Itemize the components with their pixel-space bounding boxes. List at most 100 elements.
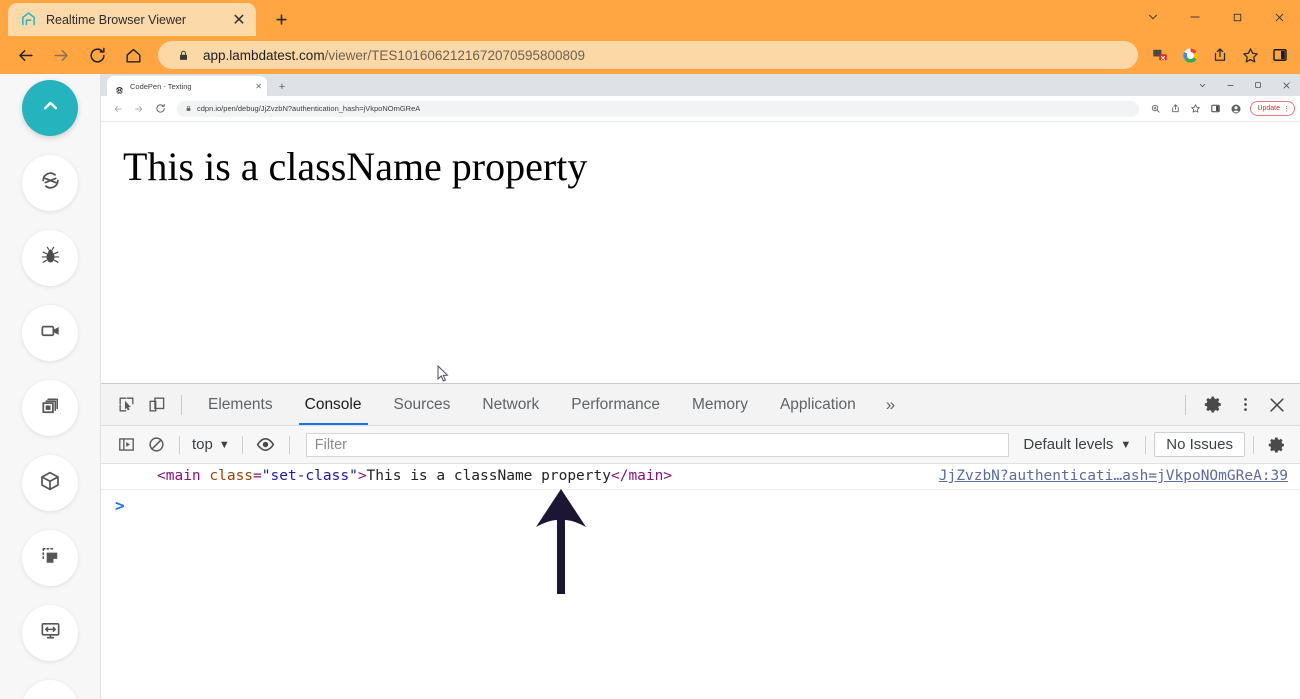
- tab-search-icon[interactable]: [1132, 0, 1174, 34]
- lambdatest-viewer-page: CodePen - Texting ✕ +: [0, 74, 1300, 699]
- maximize-icon[interactable]: [1216, 0, 1258, 34]
- more-options-icon[interactable]: [1230, 390, 1260, 420]
- console-log-entry[interactable]: <main class="set-class">This is a classN…: [101, 464, 1300, 490]
- tab-memory[interactable]: Memory: [676, 384, 764, 425]
- rendered-page-viewport: This is a className property: [101, 122, 1300, 383]
- filter-divider: [179, 436, 180, 454]
- sidebar-item-rotate-device[interactable]: [22, 155, 78, 211]
- console-output-area[interactable]: <main class="set-class">This is a classN…: [101, 464, 1300, 699]
- chevron-down-icon: ▼: [1120, 439, 1131, 451]
- back-button[interactable]: [8, 38, 42, 72]
- levels-divider: [1145, 436, 1146, 454]
- side-panel-icon[interactable]: [1266, 41, 1294, 69]
- minimize-icon[interactable]: [1216, 74, 1244, 96]
- console-source-link[interactable]: JjZvzbN?authenticati…ash=jVkpoNOmGReA:39: [925, 468, 1288, 484]
- console-prompt-row[interactable]: >: [101, 490, 1300, 521]
- inner-browser-tab-codepen[interactable]: CodePen - Texting ✕: [107, 76, 267, 96]
- monitor-resize-icon: [39, 619, 62, 647]
- inner-back-button[interactable]: [109, 100, 127, 118]
- log-levels-selector[interactable]: Default levels ▼: [1017, 436, 1137, 453]
- maximize-icon[interactable]: [1244, 74, 1272, 96]
- inner-address-bar: cdpn.io/pen/debug/JjZvzbN?authentication…: [101, 96, 1300, 122]
- tab-application[interactable]: Application: [764, 384, 872, 425]
- devtools-actions: [1175, 390, 1292, 420]
- forward-button[interactable]: [44, 38, 78, 72]
- bug-icon: [39, 244, 62, 272]
- execution-context-selector[interactable]: top ▼: [188, 436, 234, 453]
- live-expression-icon[interactable]: [251, 430, 281, 460]
- google-account-icon[interactable]: [1176, 41, 1204, 69]
- video-camera-icon: [39, 319, 62, 347]
- more-options-icon[interactable]: ⋮: [1283, 105, 1290, 113]
- issues-button[interactable]: No Issues: [1154, 432, 1245, 457]
- clear-console-icon[interactable]: [141, 430, 171, 460]
- share-icon[interactable]: [1167, 100, 1184, 117]
- lambdatest-logo-icon: [20, 11, 37, 28]
- inspect-element-icon[interactable]: [111, 390, 141, 420]
- tab-network[interactable]: Network: [466, 384, 555, 425]
- browser-tab-realtime-viewer[interactable]: Realtime Browser Viewer ✕: [8, 3, 256, 36]
- close-window-icon[interactable]: [1258, 0, 1300, 34]
- console-sidebar-icon[interactable]: [111, 430, 141, 460]
- inner-omnibox[interactable]: cdpn.io/pen/debug/JjZvzbN?authentication…: [177, 101, 1139, 117]
- console-log-message: <main class="set-class">This is a classN…: [119, 468, 925, 484]
- close-icon[interactable]: ✕: [230, 11, 248, 29]
- crop-marker-icon: [39, 544, 62, 572]
- profile-avatar-icon[interactable]: [1227, 100, 1244, 117]
- tab-elements[interactable]: Elements: [192, 384, 289, 425]
- tag-close-bracket: >: [358, 468, 367, 484]
- closing-tag: </main>: [611, 468, 672, 484]
- inner-new-tab-button[interactable]: +: [273, 78, 291, 96]
- outer-browser-window: Realtime Browser Viewer ✕: [0, 0, 1300, 699]
- codepen-icon: [115, 82, 124, 91]
- rotate-icon: [38, 168, 63, 198]
- sidebar-item-files[interactable]: [22, 680, 78, 699]
- context-divider: [242, 436, 243, 454]
- sidebar-item-screenshots[interactable]: [22, 380, 78, 436]
- device-toolbar-icon[interactable]: [141, 390, 171, 420]
- attribute-value: "set-class": [262, 468, 358, 484]
- console-filter-input[interactable]: Filter: [306, 433, 1010, 457]
- reload-button[interactable]: [80, 38, 114, 72]
- inner-window-controls: [1188, 74, 1300, 96]
- sidebar-item-three-d-view[interactable]: [22, 455, 78, 511]
- close-devtools-icon[interactable]: [1262, 390, 1292, 420]
- browser-tab-title: Realtime Browser Viewer: [46, 13, 221, 27]
- bookmark-star-icon[interactable]: [1187, 100, 1204, 117]
- address-bar-omnibox[interactable]: app.lambdatest.com/viewer/TES10160621216…: [158, 41, 1138, 69]
- inner-tab-strip: CodePen - Texting ✕ +: [101, 74, 1300, 96]
- bookmark-star-icon[interactable]: [1236, 41, 1264, 69]
- tab-performance[interactable]: Performance: [555, 384, 676, 425]
- side-panel-icon[interactable]: [1207, 100, 1224, 117]
- home-button[interactable]: [116, 38, 150, 72]
- close-icon[interactable]: ✕: [255, 82, 262, 91]
- sidebar-item-record-video[interactable]: [22, 305, 78, 361]
- zoom-icon[interactable]: [1147, 100, 1164, 117]
- new-tab-button[interactable]: [266, 4, 296, 34]
- settings-gear-icon[interactable]: [1198, 390, 1228, 420]
- tab-sources[interactable]: Sources: [378, 384, 467, 425]
- inner-reload-button[interactable]: [151, 100, 169, 118]
- sidebar-item-mark-as-bug[interactable]: [22, 530, 78, 586]
- sidebar-item-report-bug[interactable]: [22, 230, 78, 286]
- console-settings-icon[interactable]: [1262, 430, 1292, 460]
- element-text-content: This is a className property: [367, 468, 611, 484]
- lock-icon: [172, 44, 194, 66]
- translate-icon[interactable]: [1146, 41, 1174, 69]
- tag-name: main: [166, 468, 201, 484]
- sidebar-item-resolution[interactable]: [22, 605, 78, 661]
- chrome-update-button[interactable]: Update ⋮: [1250, 101, 1295, 116]
- close-window-icon[interactable]: [1272, 74, 1300, 96]
- share-icon[interactable]: [1206, 41, 1234, 69]
- inner-forward-button[interactable]: [130, 100, 148, 118]
- tab-search-icon[interactable]: [1188, 74, 1216, 96]
- attribute-equals: =: [253, 468, 262, 484]
- tab-console[interactable]: Console: [289, 384, 378, 425]
- cube-icon: [38, 469, 62, 498]
- minimize-icon[interactable]: [1174, 0, 1216, 34]
- console-prompt-chevron-icon: >: [115, 496, 125, 515]
- sidebar-item-collapse-toggle[interactable]: [22, 80, 78, 136]
- eye-divider: [289, 436, 290, 454]
- inner-tab-title: CodePen - Texting: [130, 82, 249, 91]
- more-tabs-icon[interactable]: »: [872, 384, 909, 425]
